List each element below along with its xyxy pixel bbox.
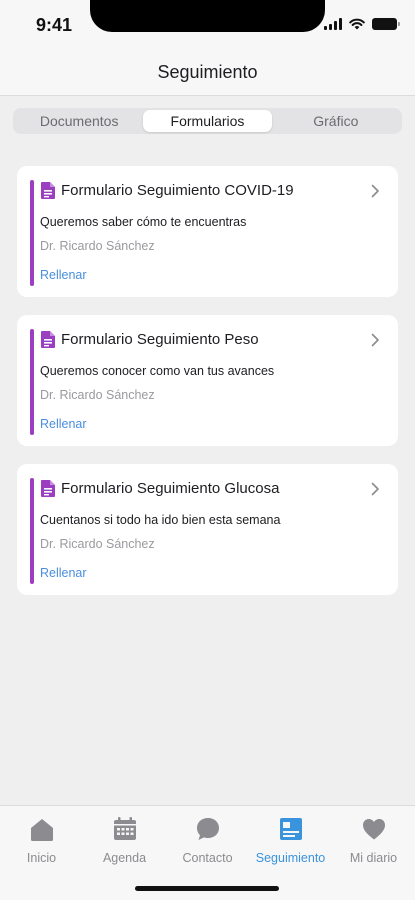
wifi-icon: [349, 18, 365, 30]
segment-formularios[interactable]: Formularios: [143, 110, 272, 132]
card-author: Dr. Ricardo Sánchez: [40, 239, 155, 253]
tab-mi-diario[interactable]: Mi diario: [332, 816, 415, 865]
tab-seguimiento[interactable]: Seguimiento: [249, 816, 332, 865]
card-title: Formulario Seguimiento Glucosa: [61, 480, 280, 497]
card-title: Formulario Seguimiento Peso: [61, 331, 259, 348]
cellular-signal-icon: [324, 18, 342, 30]
tab-contacto[interactable]: Contacto: [166, 816, 249, 865]
chevron-right-icon[interactable]: [371, 333, 380, 347]
segmented-control: Documentos Formularios Gráfico: [13, 108, 402, 134]
card-accent-bar: [30, 329, 34, 435]
forms-list: Formulario Seguimiento COVID-19 Queremos…: [17, 166, 398, 613]
document-icon: [41, 331, 55, 348]
card-accent-bar: [30, 478, 34, 584]
document-card-icon: [278, 816, 304, 842]
tab-inicio[interactable]: Inicio: [0, 816, 83, 865]
document-icon: [41, 480, 55, 497]
nav-header: Seguimiento: [0, 50, 415, 96]
tab-label: Mi diario: [349, 851, 398, 865]
heart-icon: [361, 816, 387, 842]
form-card-covid[interactable]: Formulario Seguimiento COVID-19 Queremos…: [17, 166, 398, 297]
card-subtitle: Cuentanos si todo ha ido bien esta seman…: [40, 513, 281, 527]
document-icon: [41, 182, 55, 199]
segment-documentos[interactable]: Documentos: [15, 110, 143, 132]
status-time: 9:41: [36, 15, 73, 35]
segment-grafico[interactable]: Gráfico: [272, 110, 400, 132]
tab-label: Inicio: [26, 851, 57, 865]
form-card-glucosa[interactable]: Formulario Seguimiento Glucosa Cuentanos…: [17, 464, 398, 595]
chevron-right-icon[interactable]: [371, 184, 380, 198]
card-accent-bar: [30, 180, 34, 286]
chevron-right-icon[interactable]: [371, 482, 380, 496]
home-indicator: [135, 886, 279, 891]
device-notch: [90, 0, 325, 32]
fill-form-link[interactable]: Rellenar: [40, 268, 87, 282]
card-author: Dr. Ricardo Sánchez: [40, 537, 155, 551]
card-title: Formulario Seguimiento COVID-19: [61, 182, 294, 199]
page-title: Seguimiento: [157, 62, 258, 82]
card-subtitle: Queremos conocer como van tus avances: [40, 364, 275, 378]
fill-form-link[interactable]: Rellenar: [40, 566, 87, 580]
fill-form-link[interactable]: Rellenar: [40, 417, 87, 431]
status-bar: 9:41: [0, 0, 415, 50]
tab-label: Seguimiento: [255, 851, 326, 865]
calendar-icon: [112, 816, 138, 842]
chat-bubble-icon: [195, 816, 221, 842]
tab-label: Contacto: [182, 851, 233, 865]
tab-agenda[interactable]: Agenda: [83, 816, 166, 865]
form-card-peso[interactable]: Formulario Seguimiento Peso Queremos con…: [17, 315, 398, 446]
tab-label: Agenda: [102, 851, 147, 865]
home-icon: [29, 816, 55, 842]
card-author: Dr. Ricardo Sánchez: [40, 388, 155, 402]
card-subtitle: Queremos saber cómo te encuentras: [40, 215, 247, 229]
battery-icon: [372, 18, 400, 30]
status-icons: [324, 18, 400, 30]
